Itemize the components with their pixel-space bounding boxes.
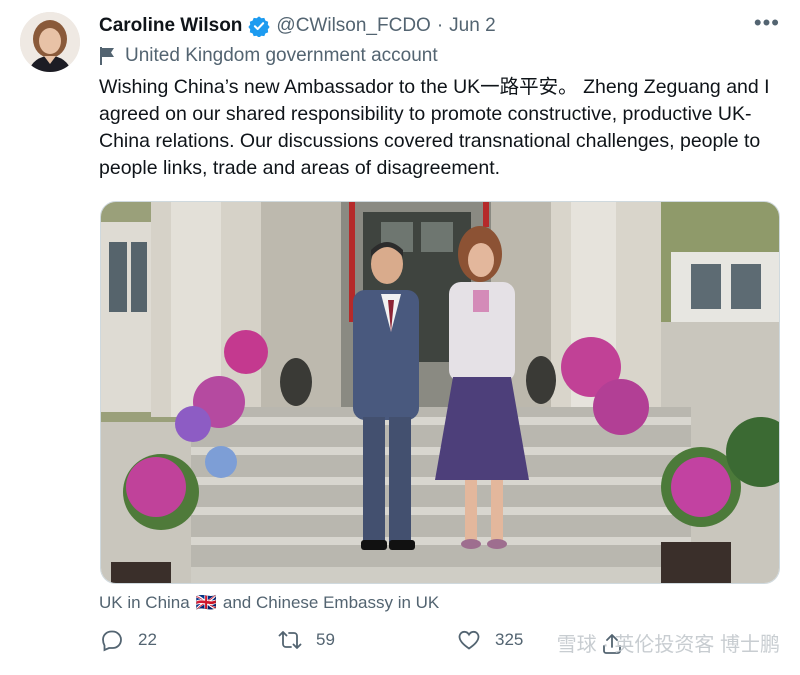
retweet-count: 59 <box>316 630 335 649</box>
government-account-text: United Kingdom government account <box>125 45 438 66</box>
caption-text-uk-in-china: UK in China <box>99 593 190 612</box>
tweet-photo[interactable] <box>100 201 780 584</box>
verified-badge-icon <box>248 15 271 38</box>
uk-flag-emoji: 🇬🇧 <box>195 593 217 612</box>
separator-dot: · <box>436 15 444 36</box>
caption-text-embassy: and Chinese Embassy in UK <box>222 593 440 612</box>
heart-icon <box>458 630 480 650</box>
display-name[interactable]: Caroline Wilson <box>99 15 242 37</box>
profile-avatar[interactable] <box>20 12 80 72</box>
user-handle[interactable]: @CWilson_FCDO <box>276 15 430 37</box>
like-button[interactable]: 325 <box>457 628 523 652</box>
watermark-text: 雪球 · 英伦投资客 博士鹏 <box>556 634 780 656</box>
tweet-header: Caroline Wilson @CWilson_FCDO · Jun 2 <box>99 12 784 40</box>
more-options-icon[interactable]: ••• <box>754 10 780 36</box>
flag-icon <box>100 47 114 65</box>
reply-button[interactable]: 22 <box>100 628 157 652</box>
like-count: 325 <box>495 630 524 649</box>
retweet-button[interactable]: 59 <box>278 628 335 652</box>
tweet-date[interactable]: Jun 2 <box>449 15 495 37</box>
photo-caption[interactable]: UK in China 🇬🇧 and Chinese Embassy in UK <box>99 593 439 613</box>
avatar-image <box>20 12 80 72</box>
retweet-icon <box>278 631 302 649</box>
tweet-text: Wishing China’s new Ambassador to the UK… <box>99 76 770 179</box>
government-account-label[interactable]: United Kingdom government account <box>99 45 438 67</box>
photo-image <box>101 202 779 583</box>
reply-count: 22 <box>138 630 157 649</box>
reply-icon <box>102 630 122 652</box>
